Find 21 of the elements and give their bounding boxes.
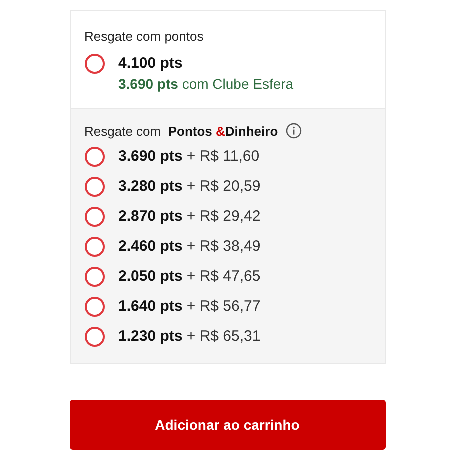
option-label: 3.690 pts + R$ 11,60 [118, 147, 260, 165]
radio-button[interactable] [84, 297, 104, 317]
radio-button[interactable] [84, 177, 104, 197]
radio-button[interactable] [84, 54, 104, 74]
section-title: Resgate com Pontos &Dinheiro [84, 124, 278, 138]
add-to-cart-button[interactable]: Adicionar ao carrinho [70, 400, 386, 450]
radio-button[interactable] [84, 327, 104, 347]
option-label: 2.870 pts + R$ 29,42 [118, 207, 261, 225]
info-icon[interactable] [286, 123, 302, 139]
radio-button[interactable] [84, 207, 104, 227]
radio-button[interactable] [84, 147, 104, 167]
option-label: 2.050 pts + R$ 47,65 [118, 267, 261, 285]
club-price: 3.690 pts com Clube Esfera [118, 76, 294, 92]
section-title: Resgate com pontos [84, 29, 205, 44]
option-label: 3.280 pts + R$ 20,59 [118, 177, 261, 195]
radio-button[interactable] [84, 237, 104, 257]
radio-button[interactable] [84, 267, 104, 287]
option-label: 1.230 pts + R$ 65,31 [118, 327, 261, 345]
option-label: 2.460 pts + R$ 38,49 [118, 237, 261, 255]
points-value: 4.100 pts [118, 55, 184, 72]
option-label: 1.640 pts + R$ 56,77 [118, 297, 261, 315]
